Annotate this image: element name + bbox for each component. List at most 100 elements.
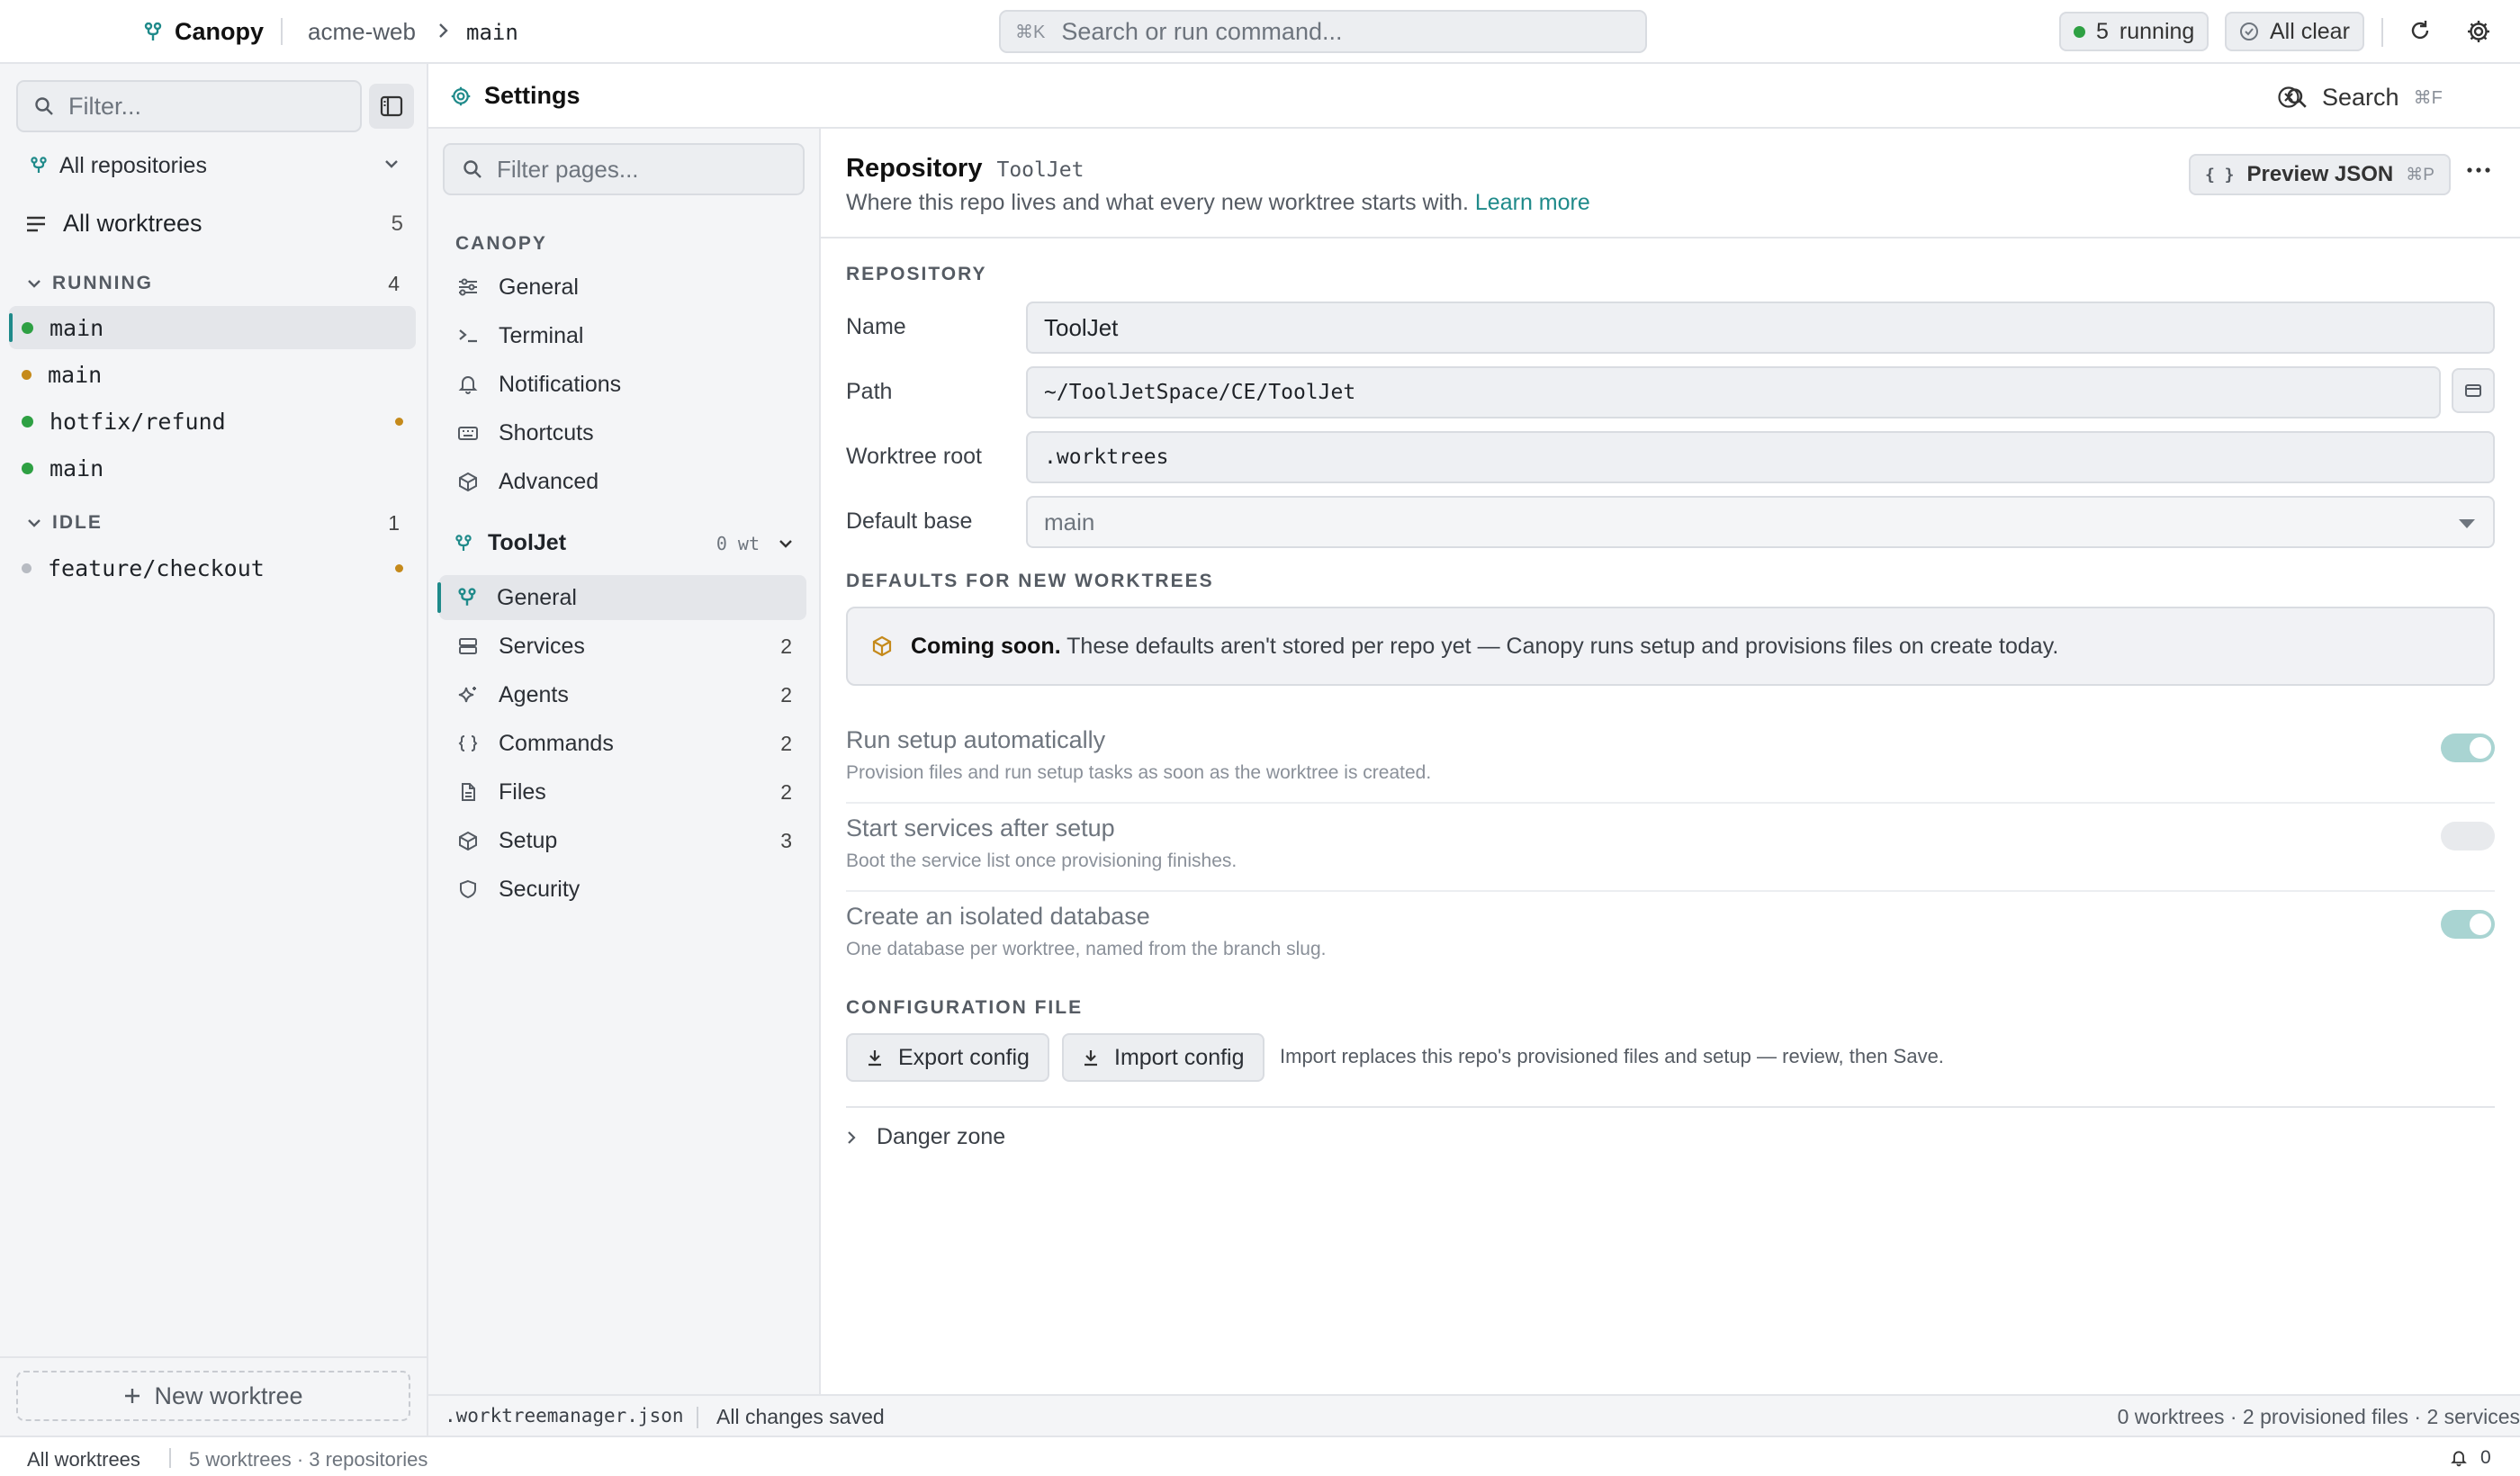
nav-item-services[interactable]: Services 2 [439, 624, 806, 669]
default-base-value: main [1044, 508, 1095, 536]
preview-json-label: Preview JSON [2246, 162, 2394, 186]
worktree-root-field[interactable]: .worktrees [1026, 431, 2495, 483]
health-status-pill[interactable]: All clear [2225, 12, 2364, 51]
worktree-item[interactable]: main [9, 353, 416, 396]
nav-repo-header[interactable]: ToolJet 0 wt [455, 530, 799, 556]
nav-item-label: Terminal [499, 322, 584, 348]
repository-selector[interactable]: All repositories [31, 152, 400, 179]
notice-title: Coming soon. [911, 633, 1061, 659]
running-section-label: RUNNING [52, 273, 153, 293]
import-note: Import replaces this repo's provisioned … [1280, 1045, 1944, 1067]
gear-icon[interactable] [2466, 19, 2491, 44]
divider [2381, 18, 2383, 47]
nav-item-setup[interactable]: Setup 3 [439, 818, 806, 863]
browse-folder-button[interactable] [2452, 368, 2495, 413]
nav-item-security[interactable]: Security [439, 867, 806, 912]
sidebar-filter-input[interactable]: Filter... [16, 80, 362, 132]
nav-item-commands[interactable]: Commands 2 [439, 721, 806, 766]
nav-item-advanced[interactable]: Advanced [439, 459, 806, 504]
breadcrumb-branch[interactable]: main [466, 20, 518, 45]
notification-count: 0 [2480, 1447, 2491, 1468]
status-bar: All worktrees 5 worktrees · 3 repositori… [0, 1436, 2520, 1476]
app-name: Canopy [175, 18, 265, 45]
sliders-icon [457, 277, 479, 297]
new-worktree-label: New worktree [154, 1382, 303, 1409]
server-icon [457, 636, 479, 656]
status-view-label[interactable]: All worktrees [27, 1448, 140, 1472]
default-base-select[interactable]: main [1026, 496, 2495, 548]
worktree-item[interactable]: main [9, 446, 416, 490]
running-status-pill[interactable]: 5 running [2059, 12, 2210, 51]
braces-icon [457, 734, 479, 753]
nav-item-count: 2 [780, 682, 792, 706]
config-section-label: CONFIGURATION FILE [846, 997, 1084, 1018]
unsaved-changes-indicator [395, 563, 403, 572]
shortcut-hint: ⌘K [1015, 22, 1046, 42]
danger-zone-toggle[interactable]: Danger zone [846, 1124, 1005, 1150]
preview-json-button[interactable]: { } Preview JSON ⌘P [2189, 154, 2451, 195]
path-field[interactable]: ~/ToolJetSpace/CE/ToolJet [1026, 366, 2441, 418]
toggle-sidebar-button[interactable] [369, 84, 414, 129]
status-dot [22, 321, 33, 334]
notifications-button[interactable]: 0 [2450, 1447, 2491, 1469]
nav-item-terminal[interactable]: Terminal [439, 313, 806, 358]
isolated-database-toggle[interactable] [2441, 910, 2495, 939]
command-palette-input[interactable]: ⌘K Search or run command... [999, 10, 1647, 53]
setting-isolated-database: Create an isolated database One database… [846, 892, 2495, 980]
nav-item-agents[interactable]: Agents 2 [439, 672, 806, 717]
settings-filter-input[interactable]: Filter pages... [443, 143, 805, 195]
worktree-item[interactable]: main [9, 306, 416, 349]
name-field[interactable]: ToolJet [1026, 302, 2495, 354]
nav-item-label: Agents [499, 681, 569, 707]
refresh-icon[interactable] [2408, 19, 2432, 42]
idle-section-header[interactable]: IDLE 1 [27, 511, 405, 535]
all-worktrees-item[interactable]: All worktrees 5 [25, 210, 403, 238]
running-section-header[interactable]: RUNNING 4 [27, 272, 405, 295]
status-dot [22, 415, 33, 428]
running-count: 5 [2096, 18, 2109, 44]
notice-text: These defaults aren't stored per repo ye… [1066, 633, 2059, 659]
new-worktree-button[interactable]: New worktree [16, 1371, 410, 1421]
worktree-item[interactable]: hotfix/refund [9, 400, 416, 443]
defaults-section-label: DEFAULTS FOR NEW WORKTREES [846, 571, 1214, 591]
name-value: ToolJet [1044, 313, 1119, 341]
breadcrumb-project[interactable]: acme-web [308, 18, 416, 46]
learn-more-link[interactable]: Learn more [1475, 190, 1590, 215]
setting-description: Provision files and run setup tasks as s… [846, 762, 1432, 783]
divider [0, 1356, 428, 1358]
run-setup-toggle[interactable] [2441, 734, 2495, 762]
coming-soon-notice: Coming soon. These defaults aren't store… [846, 607, 2495, 686]
page-description: Where this repo lives and what every new… [846, 190, 1590, 216]
nav-item-general[interactable]: General [439, 265, 806, 310]
worktree-item[interactable]: feature/checkout [9, 546, 416, 590]
repository-selector-label: All repositories [59, 152, 207, 178]
settings-search-button[interactable]: Search ⌘F [2286, 84, 2443, 112]
branch-icon [457, 588, 477, 608]
save-status: All changes saved [716, 1405, 885, 1428]
filter-placeholder: Filter... [68, 92, 142, 120]
status-dot [22, 369, 32, 380]
import-config-button[interactable]: Import config [1062, 1033, 1264, 1082]
settings-content: Repository ToolJet Where this repo lives… [821, 129, 2520, 1394]
nav-item-shortcuts[interactable]: Shortcuts [439, 410, 806, 455]
top-bar: Canopy acme-web main ⌘K Search or run co… [0, 0, 2520, 64]
chevron-down-icon [27, 518, 41, 528]
nav-item-notifications[interactable]: Notifications [439, 362, 806, 407]
nav-item-label: Shortcuts [499, 419, 594, 446]
more-options-icon[interactable] [2466, 166, 2491, 174]
nav-item-files[interactable]: Files 2 [439, 770, 806, 814]
list-icon [25, 215, 47, 233]
start-services-toggle[interactable] [2441, 822, 2495, 850]
worktree-name: main [48, 361, 103, 388]
shortcut-hint: ⌘F [2413, 88, 2443, 108]
close-settings-icon[interactable] [2277, 86, 2300, 109]
repository-section-label: REPOSITORY [846, 264, 987, 284]
page-title-text: Repository [846, 154, 983, 183]
content-header: Repository ToolJet Where this repo lives… [821, 129, 2520, 238]
worktree-sidebar: Filter... All repositories All worktrees… [0, 64, 428, 1436]
app-brand[interactable]: Canopy [144, 18, 264, 46]
branch-icon [455, 534, 472, 553]
default-base-label: Default base [846, 508, 973, 534]
nav-item-repo-general[interactable]: General [437, 575, 806, 620]
export-config-button[interactable]: Export config [846, 1033, 1049, 1082]
